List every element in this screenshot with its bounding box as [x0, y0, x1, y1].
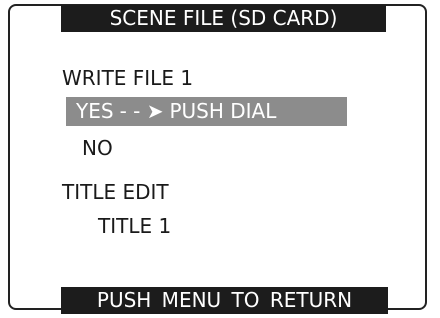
return-hint-bar: PUSH MENU TO RETURN	[61, 287, 388, 314]
push-dial-hint: PUSH DIAL	[169, 99, 277, 123]
option-no[interactable]: NO	[82, 135, 113, 161]
option-yes[interactable]: YES - - ➤ PUSH DIAL	[66, 97, 347, 126]
title-value: TITLE 1	[98, 214, 172, 238]
write-file-label: WRITE FILE 1	[62, 66, 194, 90]
arrow-right-icon: - - ➤	[119, 99, 164, 123]
menu-title: SCENE FILE (SD CARD)	[61, 5, 386, 32]
menu-screen	[8, 4, 427, 310]
menu-title-text: SCENE FILE (SD CARD)	[109, 6, 338, 30]
option-yes-label: YES	[76, 99, 114, 123]
return-hint-text: PUSH MENU TO RETURN	[96, 288, 353, 312]
title-edit-label[interactable]: TITLE EDIT	[62, 179, 169, 205]
